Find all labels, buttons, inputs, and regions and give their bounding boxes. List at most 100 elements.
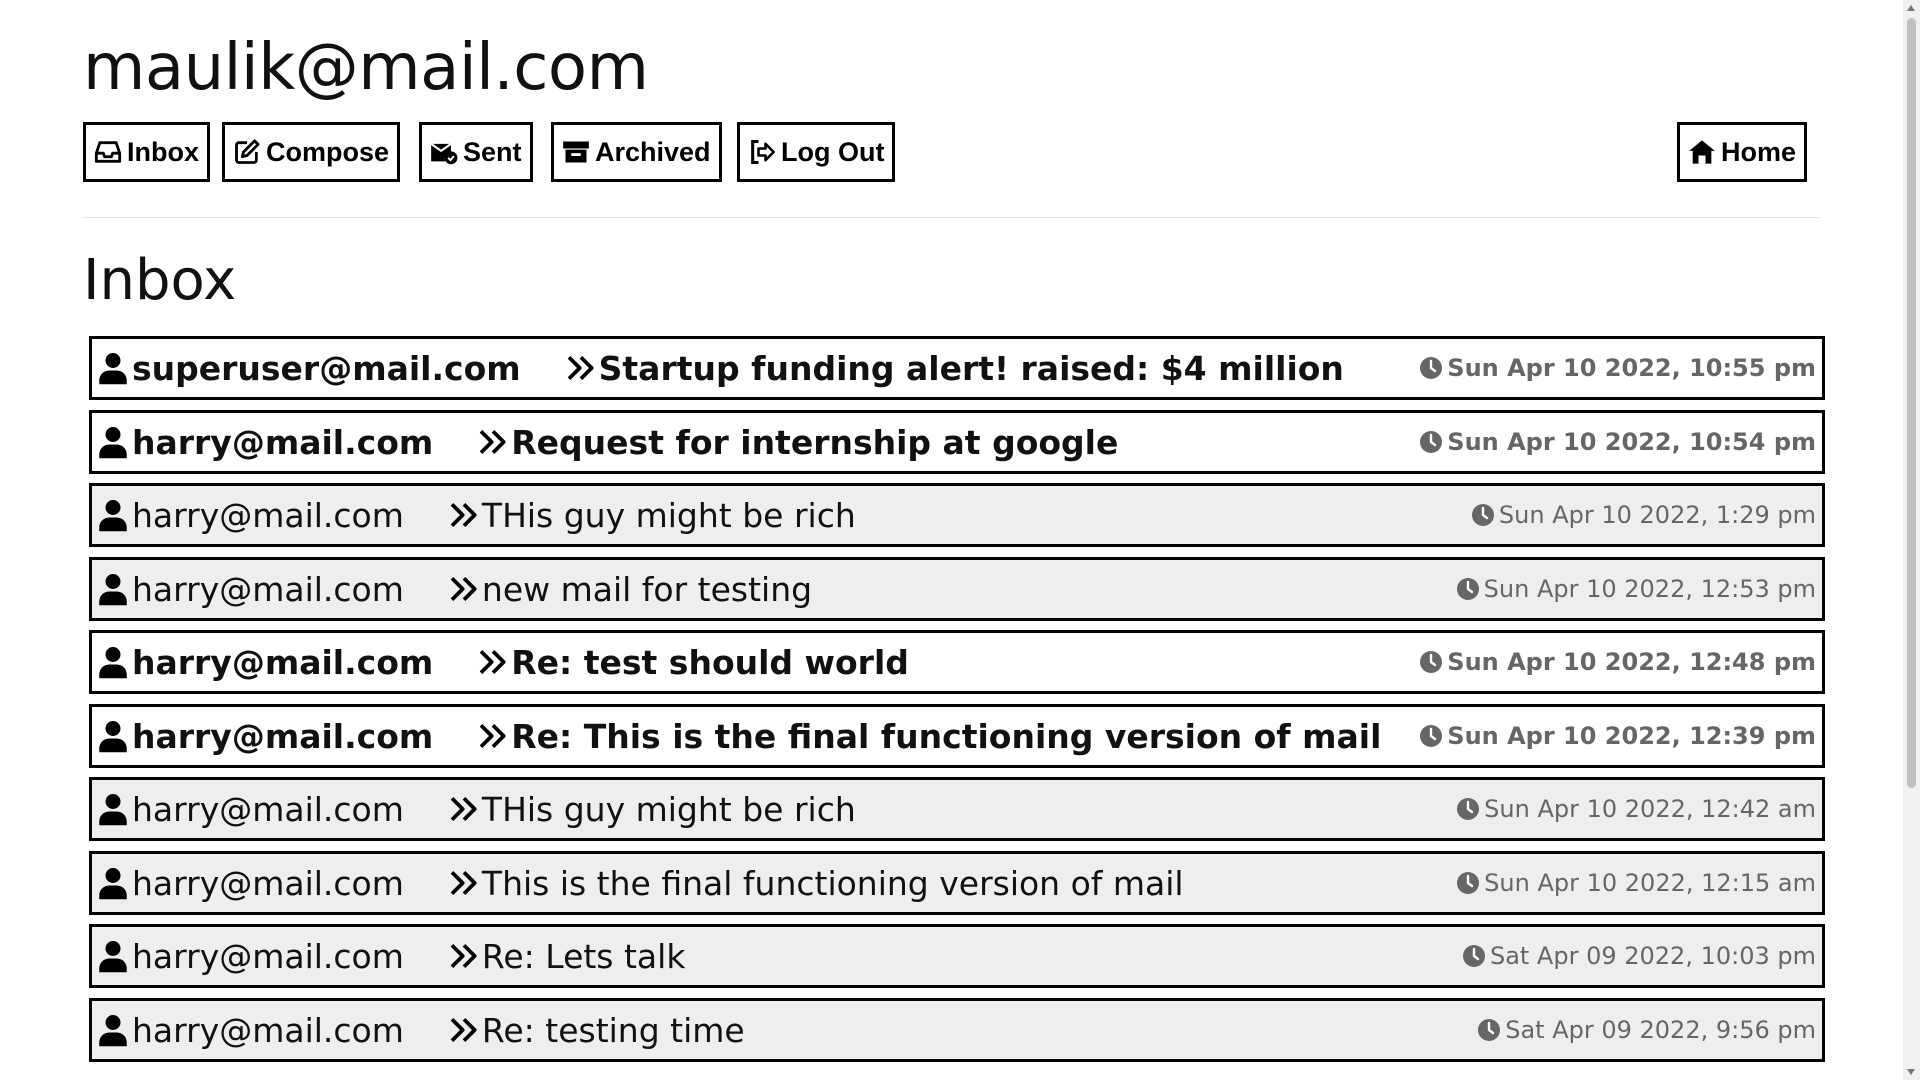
scroll-down-arrow-icon[interactable] [1907,1069,1915,1075]
clock-icon [1420,357,1443,379]
double-chevron-right-icon [479,430,506,454]
email-sender: harry@mail.com [132,716,434,756]
email-subject: Request for internship at google [511,422,1119,462]
email-time: Sun Apr 10 2022, 10:54 pm [1419,428,1816,456]
double-chevron-right-icon [450,577,477,601]
email-subject: Re: testing time [481,1010,745,1050]
clock-icon [1420,725,1443,747]
edit-icon [235,139,260,164]
double-chevron-right-icon [567,356,594,380]
email-subject: Re: test should world [511,642,909,682]
double-chevron-right-icon [450,503,477,527]
clock-icon [1462,945,1485,967]
email-subject: Startup funding alert! raised: $4 millio… [598,348,1344,388]
double-chevron-right-icon [450,944,477,968]
email-sender: harry@mail.com [132,1010,404,1050]
clock-icon [1457,798,1480,820]
logout-button-label: Log Out [781,136,885,167]
archived-button-label: Archived [595,136,711,167]
email-time: Sun Apr 10 2022, 12:53 pm [1456,575,1816,603]
nav-bar: Inbox Compose Sent Archived Log Out Home [83,122,1820,186]
email-sender: harry@mail.com [132,789,404,829]
scrollbar-thumb[interactable] [1907,18,1916,788]
email-timestamp: Sat Apr 09 2022, 9:56 pm [1505,1016,1816,1044]
home-icon [1689,140,1715,164]
sign-out-icon [751,139,775,165]
email-row[interactable]: harry@mail.com new mail for testing Sun Ap… [89,557,1825,621]
inbox-button[interactable]: Inbox [83,122,210,182]
email-sender: harry@mail.com [132,642,434,682]
clock-icon [1420,651,1443,673]
user-icon [99,647,127,679]
clock-icon [1420,431,1443,453]
header-divider [83,217,1820,218]
vertical-scrollbar[interactable] [1903,0,1920,1080]
email-subject: THis guy might be rich [481,789,856,829]
email-subject: new mail for testing [481,569,813,609]
inbox-icon [94,141,122,163]
user-icon [99,353,127,385]
double-chevron-right-icon [450,871,477,895]
email-subject: Re: Lets talk [481,936,686,976]
email-sender: harry@mail.com [132,863,404,903]
email-time: Sun Apr 10 2022, 12:42 am [1456,795,1816,823]
home-button[interactable]: Home [1677,122,1808,182]
email-row[interactable]: superuser@mail.com Startup funding alert!… [89,336,1825,400]
email-timestamp: Sun Apr 10 2022, 12:48 pm [1447,648,1816,676]
user-icon [99,427,127,459]
user-icon [99,794,127,826]
email-timestamp: Sun Apr 10 2022, 12:53 pm [1483,575,1816,603]
email-subject: THis guy might be rich [481,495,856,535]
archived-button[interactable]: Archived [551,122,722,182]
email-sender: harry@mail.com [132,422,434,462]
user-icon [99,721,127,753]
sent-button[interactable]: Sent [419,122,533,182]
double-chevron-right-icon [450,797,477,821]
double-chevron-right-icon [479,650,506,674]
clock-icon [1478,1019,1501,1041]
email-timestamp: Sun Apr 10 2022, 1:29 pm [1498,501,1816,529]
email-time: Sun Apr 10 2022, 12:48 pm [1419,648,1816,676]
email-timestamp: Sun Apr 10 2022, 12:15 am [1484,869,1816,897]
email-row[interactable]: harry@mail.com Re: Lets talk Sat Apr 09 20… [89,924,1825,988]
user-icon [99,574,127,606]
compose-button[interactable]: Compose [222,122,401,182]
double-chevron-right-icon [479,724,506,748]
email-subject: Re: This is the final functioning versio… [511,716,1382,756]
scroll-up-arrow-icon[interactable] [1907,5,1915,11]
envelope-check-icon [430,142,458,165]
home-button-label: Home [1721,136,1797,167]
email-row[interactable]: harry@mail.com Re: testing time Sat Apr 09… [89,998,1825,1062]
email-row[interactable]: harry@mail.com Re: This is the final func… [89,704,1825,768]
inbox-button-label: Inbox [127,136,199,167]
user-icon [99,500,127,532]
logout-button[interactable]: Log Out [737,122,896,182]
email-timestamp: Sun Apr 10 2022, 12:42 am [1484,795,1816,823]
sent-button-label: Sent [463,136,522,167]
clock-icon [1456,578,1479,600]
email-time: Sun Apr 10 2022, 12:15 am [1456,869,1816,897]
email-timestamp: Sun Apr 10 2022, 10:54 pm [1447,428,1816,456]
email-timestamp: Sat Apr 09 2022, 10:03 pm [1489,942,1816,970]
email-sender: superuser@mail.com [132,348,521,388]
email-timestamp: Sun Apr 10 2022, 10:55 pm [1447,354,1816,382]
email-sender: harry@mail.com [132,495,404,535]
archive-icon [563,141,589,163]
page-title: Inbox [83,248,237,313]
email-row[interactable]: harry@mail.com THis guy might be rich Sun … [89,777,1825,841]
email-time: Sun Apr 10 2022, 12:39 pm [1419,722,1816,750]
email-row[interactable]: harry@mail.com Request for internship at … [89,410,1825,474]
email-time: Sun Apr 10 2022, 10:55 pm [1419,354,1816,382]
email-row[interactable]: harry@mail.com THis guy might be rich Sun … [89,483,1825,547]
email-row[interactable]: harry@mail.com This is the final function… [89,851,1825,915]
compose-button-label: Compose [266,136,390,167]
double-chevron-right-icon [450,1018,477,1042]
email-row[interactable]: harry@mail.com Re: test should world Sun A… [89,630,1825,694]
user-icon [99,1015,127,1047]
clock-icon [1457,872,1480,894]
email-sender: harry@mail.com [132,569,404,609]
email-time: Sun Apr 10 2022, 1:29 pm [1471,501,1816,529]
email-timestamp: Sun Apr 10 2022, 12:39 pm [1447,722,1816,750]
email-time: Sat Apr 09 2022, 10:03 pm [1462,942,1816,970]
user-icon [99,941,127,973]
